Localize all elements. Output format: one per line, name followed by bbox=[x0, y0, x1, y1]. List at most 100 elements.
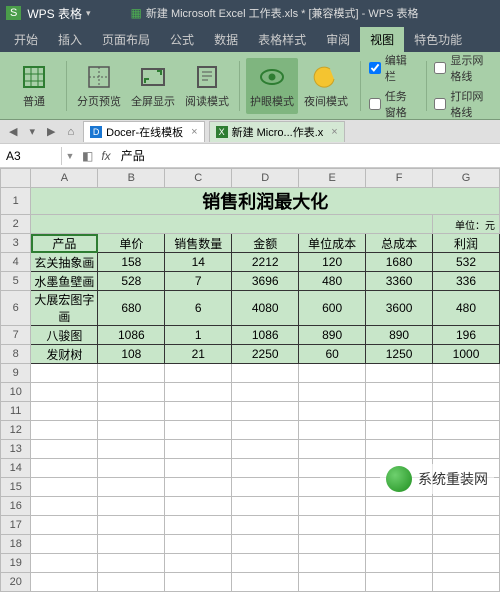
cell-empty[interactable] bbox=[366, 554, 433, 573]
cell-empty[interactable] bbox=[98, 535, 165, 554]
cell-empty[interactable] bbox=[165, 440, 232, 459]
app-dropdown-icon[interactable]: ▾ bbox=[86, 8, 91, 19]
cell-empty[interactable] bbox=[433, 383, 500, 402]
row-header-7[interactable]: 7 bbox=[1, 326, 31, 345]
cell-empty[interactable] bbox=[433, 402, 500, 421]
cell-empty[interactable] bbox=[165, 516, 232, 535]
cell-empty[interactable] bbox=[366, 535, 433, 554]
row-header-8[interactable]: 8 bbox=[1, 345, 31, 364]
cell-empty[interactable] bbox=[299, 478, 366, 497]
cell-empty[interactable] bbox=[366, 573, 433, 592]
cell-empty[interactable] bbox=[31, 573, 98, 592]
cell-empty[interactable] bbox=[31, 402, 98, 421]
cell-empty[interactable] bbox=[232, 535, 299, 554]
menu-tab-1[interactable]: 插入 bbox=[48, 27, 92, 52]
row-header-14[interactable]: 14 bbox=[1, 459, 31, 478]
cell-empty[interactable] bbox=[299, 364, 366, 383]
cell-empty[interactable] bbox=[98, 459, 165, 478]
cell-empty[interactable] bbox=[232, 459, 299, 478]
table-header-5[interactable]: 总成本 bbox=[366, 234, 433, 253]
cell-empty[interactable] bbox=[31, 421, 98, 440]
cell-empty[interactable] bbox=[433, 364, 500, 383]
menu-tab-8[interactable]: 表格样式 bbox=[248, 27, 316, 52]
cell-empty[interactable] bbox=[366, 383, 433, 402]
checks2-check-1[interactable]: 打印网格线 bbox=[434, 88, 492, 120]
cell-empty[interactable] bbox=[98, 573, 165, 592]
cell-6-4[interactable]: 600 bbox=[299, 291, 366, 326]
ribbon-btn-3[interactable]: 阅读模式 bbox=[181, 58, 233, 114]
cell-empty[interactable] bbox=[232, 383, 299, 402]
cell-empty[interactable] bbox=[98, 554, 165, 573]
cell-empty[interactable] bbox=[299, 516, 366, 535]
namebox-dropdown-icon[interactable]: ▼ bbox=[62, 151, 78, 161]
table-header-0[interactable]: 产品 bbox=[31, 234, 98, 253]
cell-7-3[interactable]: 1086 bbox=[232, 326, 299, 345]
checks1-check-1[interactable]: 任务窗格 bbox=[369, 88, 418, 120]
row-header-19[interactable]: 19 bbox=[1, 554, 31, 573]
cell-empty[interactable] bbox=[299, 535, 366, 554]
row-header-20[interactable]: 20 bbox=[1, 573, 31, 592]
cell-empty[interactable] bbox=[165, 573, 232, 592]
cell-empty[interactable] bbox=[366, 516, 433, 535]
cell-5-4[interactable]: 480 bbox=[299, 272, 366, 291]
checkbox[interactable] bbox=[434, 98, 446, 110]
cell-empty[interactable] bbox=[165, 497, 232, 516]
row-header-2[interactable]: 2 bbox=[1, 215, 31, 234]
cell-7-1[interactable]: 1086 bbox=[98, 326, 165, 345]
col-header-E[interactable]: E bbox=[299, 169, 366, 188]
cell-empty[interactable] bbox=[433, 440, 500, 459]
row-header-3[interactable]: 3 bbox=[1, 234, 31, 253]
cell-empty[interactable] bbox=[165, 535, 232, 554]
cell-4-4[interactable]: 120 bbox=[299, 253, 366, 272]
cell-5-5[interactable]: 3360 bbox=[366, 272, 433, 291]
cell-empty[interactable] bbox=[232, 516, 299, 535]
cell-7-2[interactable]: 1 bbox=[165, 326, 232, 345]
row-header-11[interactable]: 11 bbox=[1, 402, 31, 421]
table-header-4[interactable]: 单位成本 bbox=[299, 234, 366, 253]
col-header-A[interactable]: A bbox=[31, 169, 98, 188]
cell-8-2[interactable]: 21 bbox=[165, 345, 232, 364]
cell-empty[interactable] bbox=[433, 573, 500, 592]
row-header-18[interactable]: 18 bbox=[1, 535, 31, 554]
cell-8-0[interactable]: 发财树 bbox=[31, 345, 98, 364]
row-header-12[interactable]: 12 bbox=[1, 421, 31, 440]
cell-empty[interactable] bbox=[165, 421, 232, 440]
col-header-D[interactable]: D bbox=[232, 169, 299, 188]
cell-empty[interactable] bbox=[232, 440, 299, 459]
cell-empty[interactable] bbox=[98, 383, 165, 402]
cell-empty[interactable] bbox=[31, 554, 98, 573]
cell-5-1[interactable]: 528 bbox=[98, 272, 165, 291]
ribbon-btn-5[interactable]: 夜间模式 bbox=[300, 58, 352, 114]
cell-empty[interactable] bbox=[165, 383, 232, 402]
cell-6-3[interactable]: 4080 bbox=[232, 291, 299, 326]
cell-7-4[interactable]: 890 bbox=[299, 326, 366, 345]
cell-7-5[interactable]: 890 bbox=[366, 326, 433, 345]
cell-5-2[interactable]: 7 bbox=[165, 272, 232, 291]
menu-tab-5[interactable]: 审阅 bbox=[316, 27, 360, 52]
row-header-1[interactable]: 1 bbox=[1, 188, 31, 215]
cell-6-5[interactable]: 3600 bbox=[366, 291, 433, 326]
cell-4-0[interactable]: 玄关抽象画 bbox=[31, 253, 98, 272]
col-header-F[interactable]: F bbox=[366, 169, 433, 188]
fx-icon[interactable]: fx bbox=[97, 149, 114, 163]
cell-6-1[interactable]: 680 bbox=[98, 291, 165, 326]
cell-8-1[interactable]: 108 bbox=[98, 345, 165, 364]
row-header-6[interactable]: 6 bbox=[1, 291, 31, 326]
cell-empty[interactable] bbox=[433, 516, 500, 535]
cell-empty[interactable] bbox=[299, 383, 366, 402]
cell-empty[interactable] bbox=[299, 440, 366, 459]
ribbon-btn-0[interactable]: 普通 bbox=[8, 58, 60, 114]
cell-empty[interactable] bbox=[232, 478, 299, 497]
cell-6-0[interactable]: 大展宏图字画 bbox=[31, 291, 98, 326]
cell-empty[interactable] bbox=[98, 421, 165, 440]
cell-4-3[interactable]: 2212 bbox=[232, 253, 299, 272]
row-header-5[interactable]: 5 bbox=[1, 272, 31, 291]
close-icon[interactable]: × bbox=[331, 126, 337, 138]
tab-next-icon[interactable]: ▶ bbox=[44, 125, 58, 138]
sheet-title[interactable]: 销售利润最大化 bbox=[31, 188, 500, 215]
row-header-17[interactable]: 17 bbox=[1, 516, 31, 535]
checkbox[interactable] bbox=[369, 98, 381, 110]
cell-empty[interactable] bbox=[299, 573, 366, 592]
row-header-4[interactable]: 4 bbox=[1, 253, 31, 272]
menu-tab-4[interactable]: 数据 bbox=[204, 27, 248, 52]
